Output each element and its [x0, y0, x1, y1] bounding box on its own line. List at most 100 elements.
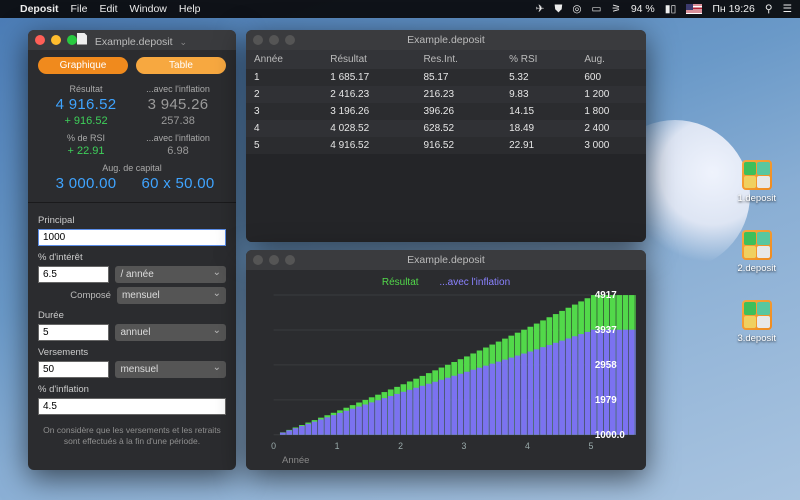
table-cell: 1	[246, 69, 322, 86]
main-window-title: Example.deposit	[95, 36, 173, 48]
svg-text:3: 3	[462, 441, 467, 451]
table-cell: 22.91	[501, 137, 576, 154]
table-cell: 9.83	[501, 86, 576, 103]
table-cell: 1 200	[576, 86, 646, 103]
chart-legend: Résultat ...avec l'inflation	[252, 274, 640, 289]
summary-header-aug: Aug. de capital	[40, 163, 224, 173]
payments-input[interactable]	[38, 361, 109, 378]
table-titlebar[interactable]: Example.deposit	[246, 30, 646, 50]
menu-help[interactable]: Help	[179, 3, 201, 15]
menu-file[interactable]: File	[71, 3, 88, 15]
table-cell: 1 685.17	[322, 69, 415, 86]
table-window: Example.deposit AnnéeRésultatRes.Int.% R…	[246, 30, 646, 242]
desktop-file-name: 3.deposit	[737, 333, 776, 344]
spotlight-icon[interactable]: ⚲	[765, 3, 773, 15]
interest-input[interactable]	[38, 266, 109, 283]
summary-result: 4 916.52	[40, 96, 132, 113]
desktop-file[interactable]: 2.deposit	[737, 230, 776, 274]
deposit-file-icon	[742, 300, 772, 330]
table-row[interactable]: 11 685.1785.175.32600	[246, 69, 646, 86]
dropbox-icon[interactable]: ⛊	[554, 3, 562, 16]
payments-unit-select[interactable]: mensuel	[115, 361, 226, 378]
table-cell: 2 416.23	[322, 86, 415, 103]
svg-text:2958: 2958	[595, 360, 617, 371]
chart-titlebar[interactable]: Example.deposit	[246, 250, 646, 270]
table-header-4[interactable]: Aug.	[576, 50, 646, 69]
chart-window: Example.deposit Résultat ...avec l'infla…	[246, 250, 646, 470]
table-row[interactable]: 44 028.52628.5218.492 400	[246, 120, 646, 137]
inflation-input[interactable]	[38, 398, 226, 415]
table-cell: 3 196.26	[322, 103, 415, 120]
desktop-file-name: 1.deposit	[737, 193, 776, 204]
table-row[interactable]: 22 416.23216.239.831 200	[246, 86, 646, 103]
results-table: AnnéeRésultatRes.Int.% RSIAug. 11 685.17…	[246, 50, 646, 154]
svg-text:1: 1	[335, 441, 340, 451]
duration-unit-select[interactable]: annuel	[115, 324, 226, 341]
summary-aug2: 60 x 50.00	[132, 175, 224, 192]
input-source-flag-icon[interactable]	[686, 4, 702, 14]
desktop-file[interactable]: 1.deposit	[737, 160, 776, 204]
battery-icon[interactable]: ▮▯	[665, 3, 677, 15]
control-center-icon[interactable]: ☰	[783, 3, 792, 15]
interest-label: % d'intérêt	[38, 252, 226, 263]
table-cell: 216.23	[415, 86, 501, 103]
summary-gain-infl: 257.38	[132, 115, 224, 127]
menu-edit[interactable]: Edit	[99, 3, 117, 15]
payments-label: Versements	[38, 347, 226, 358]
chart-xlabel: Année	[252, 453, 640, 468]
principal-input[interactable]	[38, 229, 226, 246]
summary-gain: + 916.52	[40, 115, 132, 127]
telegram-icon[interactable]: ✈	[536, 3, 545, 15]
tab-table[interactable]: Table	[136, 57, 226, 74]
table-cell: 18.49	[501, 120, 576, 137]
table-cell: 2	[246, 86, 322, 103]
footnote: On considère que les versements et les r…	[28, 421, 236, 454]
sync-icon[interactable]: ◎	[572, 3, 581, 15]
clock[interactable]: Пн 19:26	[712, 3, 755, 15]
table-cell: 1 800	[576, 103, 646, 120]
summary-panel: Résultat ...avec l'inflation 4 916.52 3 …	[28, 80, 236, 198]
table-cell: 4 916.52	[322, 137, 415, 154]
chart-plot: 1000.01979295839374917012345	[256, 291, 636, 453]
table-header-0[interactable]: Année	[246, 50, 322, 69]
desktop-file-name: 2.deposit	[737, 263, 776, 274]
deposit-file-icon	[742, 160, 772, 190]
svg-text:1000.0: 1000.0	[595, 430, 625, 441]
table-row[interactable]: 33 196.26396.2614.151 800	[246, 103, 646, 120]
table-cell: 3	[246, 103, 322, 120]
wifi-icon[interactable]: ⚞	[611, 3, 620, 15]
tab-graph[interactable]: Graphique	[38, 57, 128, 74]
table-header-2[interactable]: Res.Int.	[415, 50, 501, 69]
interest-unit-select[interactable]: / année	[115, 266, 226, 283]
table-scrollarea[interactable]: AnnéeRésultatRes.Int.% RSIAug. 11 685.17…	[246, 50, 646, 242]
svg-text:4: 4	[525, 441, 530, 451]
main-titlebar[interactable]: Example.deposit ⌄	[28, 30, 236, 50]
table-cell: 4 028.52	[322, 120, 415, 137]
table-cell: 5.32	[501, 69, 576, 86]
compound-select[interactable]: mensuel	[117, 287, 226, 304]
table-row[interactable]: 54 916.52916.5222.913 000	[246, 137, 646, 154]
compound-label: Composé	[70, 290, 111, 301]
summary-rsi: + 22.91	[40, 145, 132, 157]
summary-rsi-infl: 6.98	[132, 145, 224, 157]
legend-series-1: Résultat	[382, 277, 419, 288]
summary-header-infl: ...avec l'inflation	[132, 84, 224, 94]
desktop-file[interactable]: 3.deposit	[737, 300, 776, 344]
menubar: Deposit File Edit Window Help ✈ ⛊ ◎ ▭ ⚞ …	[0, 0, 800, 18]
inflation-label: % d'inflation	[38, 384, 226, 395]
display-icon[interactable]: ▭	[591, 3, 601, 15]
chevron-down-icon[interactable]: ⌄	[179, 37, 187, 47]
duration-input[interactable]	[38, 324, 109, 341]
table-cell: 14.15	[501, 103, 576, 120]
app-menu[interactable]: Deposit	[20, 3, 59, 15]
desktop-icons: 1.deposit 2.deposit 3.deposit	[737, 160, 776, 344]
summary-header-rsi: % de RSI	[40, 133, 132, 143]
table-window-title: Example.deposit	[246, 34, 646, 46]
table-header-3[interactable]: % RSI	[501, 50, 576, 69]
table-header-1[interactable]: Résultat	[322, 50, 415, 69]
svg-text:1979: 1979	[595, 395, 617, 406]
main-window: Example.deposit ⌄ Graphique Table Résult…	[28, 30, 236, 470]
table-cell: 916.52	[415, 137, 501, 154]
summary-aug: 3 000.00	[40, 175, 132, 192]
menu-window[interactable]: Window	[130, 3, 167, 15]
